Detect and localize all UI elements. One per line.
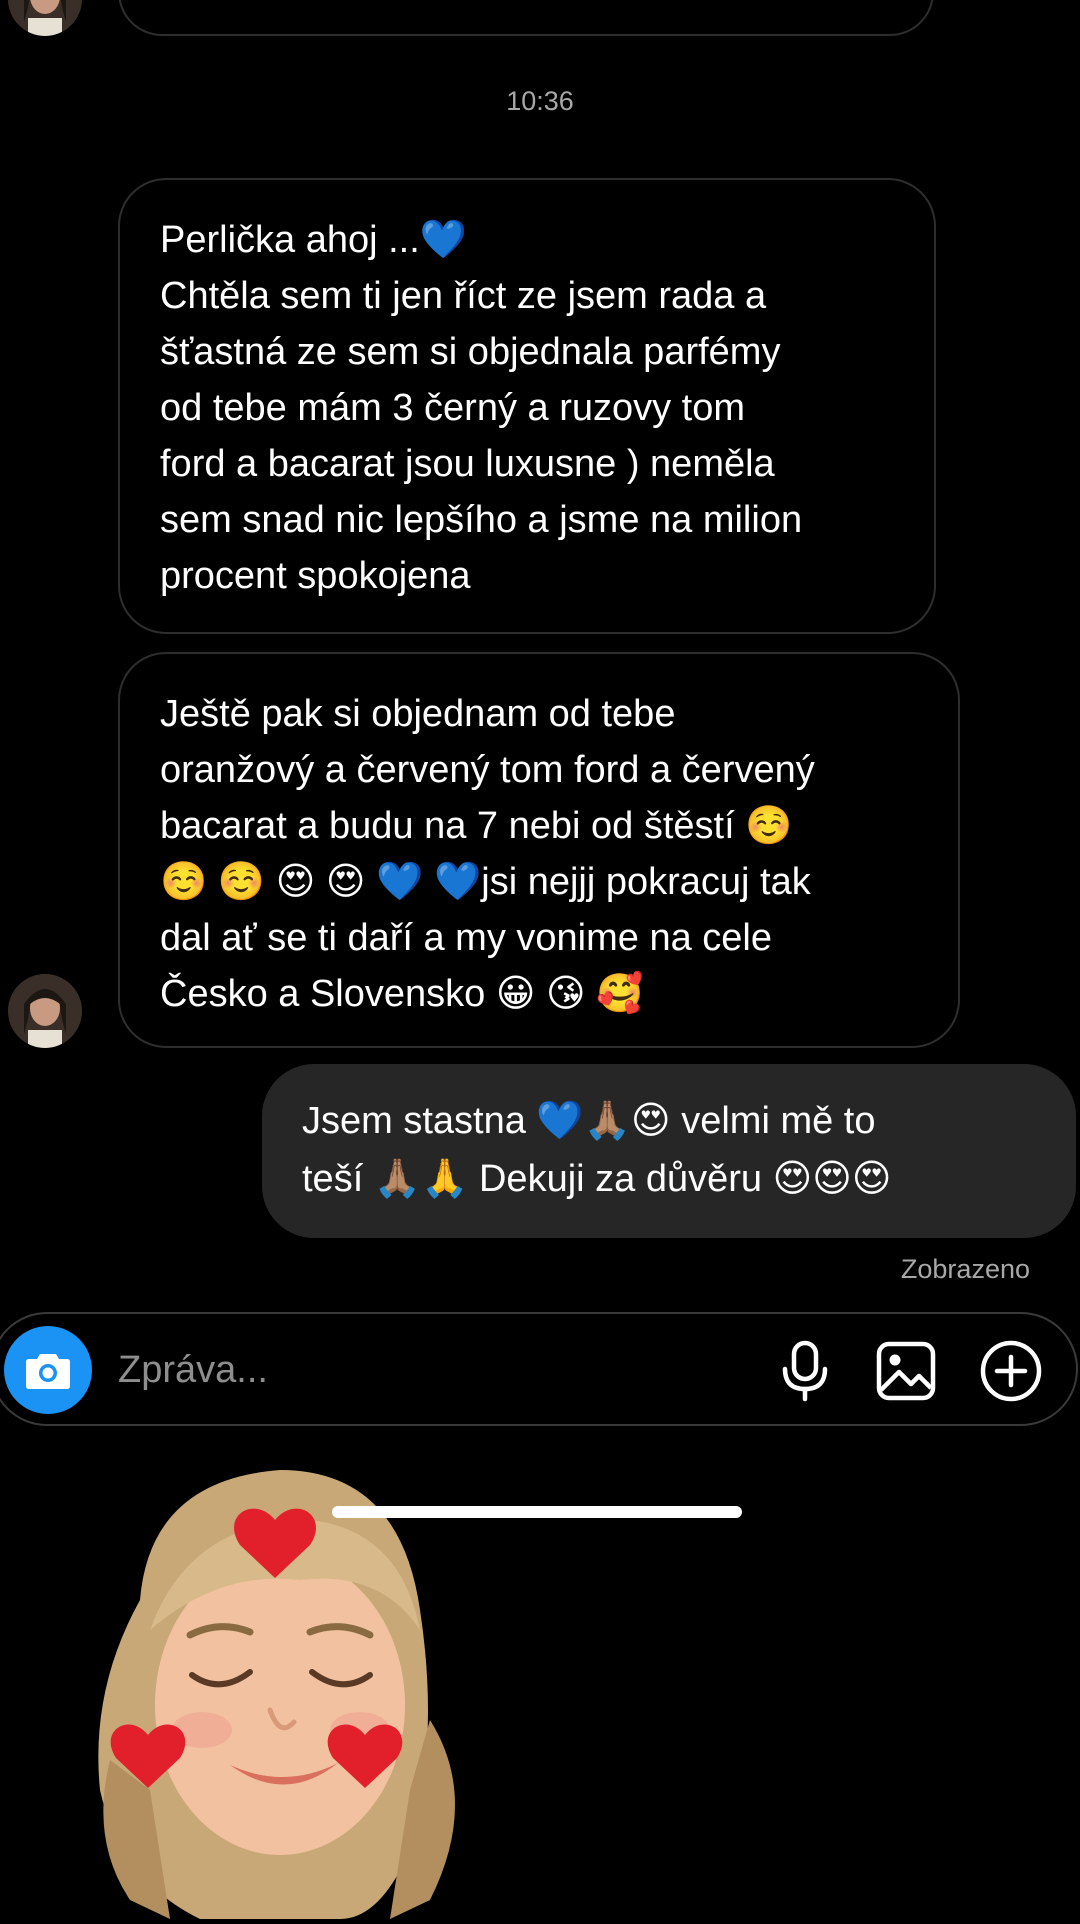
- message-line: procent spokojena: [160, 555, 471, 597]
- previous-message-bubble[interactable]: [118, 0, 934, 36]
- message-line: bacarat a budu na 7 nebi od štěstí ☺️: [160, 805, 793, 847]
- more-options-button[interactable]: [976, 1336, 1046, 1406]
- message-line: Jsem stastna 💙🙏🏽😍 velmi mě to: [302, 1100, 876, 1142]
- camera-button[interactable]: [4, 1326, 92, 1414]
- incoming-message-bubble[interactable]: Ještě pak si objednam od tebe oranžový a…: [118, 652, 960, 1048]
- home-indicator[interactable]: [332, 1506, 742, 1518]
- gallery-icon: [876, 1341, 936, 1401]
- voice-message-button[interactable]: [770, 1336, 840, 1406]
- memoji-sticker: [80, 1460, 500, 1919]
- message-line: Ještě pak si objednam od tebe: [160, 693, 676, 735]
- message-line: ☺️ ☺️ 😍 😍 💙 💙jsi nejjj pokracuj tak: [160, 861, 811, 903]
- avatar-photo-icon: [8, 0, 82, 36]
- memoji-sticker-icon: [98, 1470, 455, 1919]
- message-line: sem snad nic lepšího a jsme na milion: [160, 499, 803, 541]
- message-line: Perlička ahoj ...💙: [160, 219, 468, 261]
- sender-avatar[interactable]: [8, 974, 82, 1048]
- message-line: ford a bacarat jsou luxusne ) neměla: [160, 443, 775, 485]
- message-line: Česko a Slovensko 😀 😘 🥰: [160, 973, 644, 1015]
- message-timestamp: 10:36: [506, 86, 574, 116]
- outgoing-message-bubble[interactable]: Jsem stastna 💙🙏🏽😍 velmi mě to teší 🙏🏽🙏 D…: [262, 1064, 1076, 1238]
- plus-circle-icon: [980, 1340, 1042, 1402]
- incoming-message-bubble[interactable]: Perlička ahoj ...💙 Chtěla sem ti jen říc…: [118, 178, 936, 634]
- message-line: dal ať se ti daří a my vonime na cele: [160, 917, 772, 959]
- message-line: od tebe mám 3 černý a ruzovy tom: [160, 387, 746, 429]
- message-line: Chtěla sem ti jen říct ze jsem rada a: [160, 275, 767, 317]
- gallery-button[interactable]: [871, 1336, 941, 1406]
- sender-avatar[interactable]: [8, 0, 82, 36]
- message-line: teší 🙏🏽🙏 Dekuji za důvěru 😍😍😍: [302, 1158, 892, 1200]
- seen-status: Zobrazeno: [900, 1254, 1030, 1284]
- camera-icon: [26, 1354, 70, 1389]
- message-line: šťastná ze sem si objednala parfémy: [160, 331, 781, 373]
- avatar-photo-icon: [8, 974, 82, 1048]
- message-input[interactable]: [118, 1340, 738, 1400]
- message-line: oranžový a červený tom ford a červený: [160, 749, 815, 791]
- microphone-icon: [782, 1340, 828, 1402]
